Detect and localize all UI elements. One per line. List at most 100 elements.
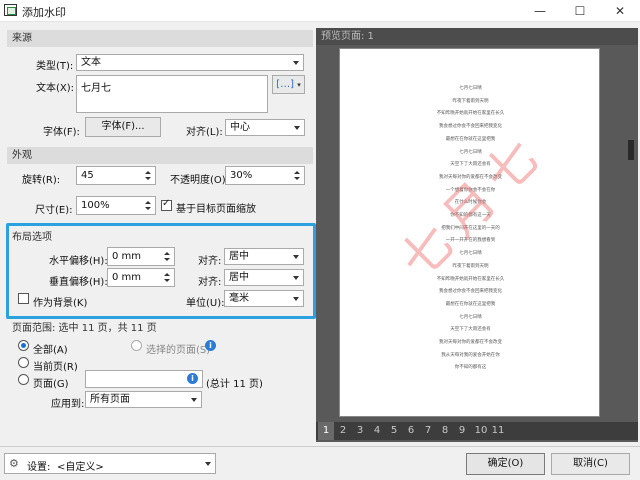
title-bar: 添加水印 — ☐ ✕ [0, 0, 640, 22]
ok-button[interactable]: 确定(O) [466, 453, 545, 475]
page-number-3[interactable]: 3 [352, 422, 368, 440]
page-number-7[interactable]: 7 [420, 422, 436, 440]
layout-section-header: 布局选项 [12, 232, 52, 243]
spin-down-icon[interactable] [294, 177, 300, 180]
total-pages-label: (总计 11 页) [206, 379, 263, 390]
preview-line: 最想在在你就在这里把我 [445, 301, 496, 307]
page-range-input[interactable] [85, 370, 203, 388]
current-page-radio[interactable] [18, 357, 29, 368]
preview-line: 我对天每对你的爱都在不会改变 [439, 340, 502, 345]
settings-label: 设置: [27, 462, 51, 473]
unit-value: 毫米 [229, 293, 249, 304]
opacity-label: 不透明度(O): [170, 175, 230, 186]
text-label: 文本(X): [36, 83, 75, 94]
chevron-down-icon [293, 255, 299, 259]
info-icon[interactable]: i [205, 340, 216, 351]
type-select[interactable]: 文本 [76, 54, 304, 71]
chevron-down-icon [191, 398, 197, 402]
chevron-down-icon [293, 61, 299, 65]
chevron-down-icon: ▾ [297, 81, 301, 89]
chevron-down-icon [205, 462, 211, 466]
page-range-label: 页面(G) [33, 379, 69, 390]
preview-page: 七月七日晴 昨夜下着雨到天明 不知昨晚开始就开始在家里在长久 我会想过你会不会回来把我… [339, 48, 600, 417]
settings-select[interactable]: ⚙ 设置: <自定义> [4, 453, 216, 474]
apply-to-value: 所有页面 [90, 394, 130, 405]
spin-down-icon[interactable] [164, 279, 170, 282]
chevron-down-icon [294, 126, 300, 130]
rotate-label: 旋转(R): [22, 175, 61, 186]
page-range-radio[interactable] [18, 374, 29, 385]
scale-to-page-checkbox[interactable]: ✓ [161, 198, 172, 211]
align-select[interactable]: 中心 [225, 119, 305, 136]
page-selector-bar: 1 2 3 4 5 6 7 8 9 10 11 [316, 422, 638, 440]
chevron-down-icon [293, 297, 299, 301]
h-align-value: 居中 [229, 251, 249, 262]
spin-up-icon[interactable] [164, 252, 170, 255]
spin-up-icon[interactable] [145, 171, 151, 174]
window-title: 添加水印 [22, 6, 66, 19]
v-offset-spinner[interactable]: 0 mm [107, 268, 175, 287]
all-pages-label: 全部(A) [33, 345, 68, 356]
close-button[interactable]: ✕ [600, 0, 640, 22]
spin-down-icon[interactable] [145, 207, 151, 210]
unit-label: 单位(U): [186, 298, 225, 309]
page-number-9[interactable]: 9 [454, 422, 470, 440]
type-select-value: 文本 [81, 57, 101, 68]
page-number-5[interactable]: 5 [386, 422, 402, 440]
spin-up-icon[interactable] [294, 171, 300, 174]
opacity-spinner[interactable]: 30% [225, 166, 305, 185]
preview-line: 我会想过你会不会回来把我变化 [439, 289, 502, 295]
cancel-button[interactable]: 取消(C) [551, 453, 630, 475]
source-section-header: 来源 [7, 30, 313, 47]
page-number-4[interactable]: 4 [369, 422, 385, 440]
preview-line: 我会想过你会不会回来把我变化 [439, 124, 502, 130]
maximize-button[interactable]: ☐ [560, 0, 600, 22]
apply-to-select[interactable]: 所有页面 [85, 391, 202, 408]
preview-line: 天空下了大雨还会有 [450, 327, 491, 333]
v-align-select[interactable]: 居中 [224, 269, 304, 286]
size-spinner[interactable]: 100% [76, 196, 156, 215]
minimize-button[interactable]: — [520, 0, 560, 22]
preview-header: 预览页面: 1 [316, 28, 638, 45]
h-align-select[interactable]: 居中 [224, 248, 304, 265]
size-label: 尺寸(E): [35, 205, 73, 216]
page-number-1[interactable]: 1 [318, 422, 334, 440]
page-number-8[interactable]: 8 [437, 422, 453, 440]
spin-down-icon[interactable] [145, 177, 151, 180]
h-offset-value: 0 mm [112, 251, 142, 262]
spin-up-icon[interactable] [145, 201, 151, 204]
spin-down-icon[interactable] [164, 258, 170, 261]
rotate-value: 45 [81, 170, 94, 181]
rotate-spinner[interactable]: 45 [76, 166, 156, 185]
gear-icon: ⚙ [9, 457, 19, 470]
preview-line: 不知昨晚开始就开始在家里在长久 [436, 276, 505, 282]
opacity-value: 30% [230, 170, 253, 181]
page-number-11[interactable]: 11 [488, 422, 508, 440]
unit-select[interactable]: 毫米 [224, 290, 304, 307]
size-value: 100% [81, 200, 110, 211]
preview-scrollbar[interactable] [628, 140, 634, 160]
selected-pages-label: 选择的页面(S) [146, 345, 211, 356]
scale-to-page-label: 基于目标页面缩放 [176, 204, 256, 215]
insert-macro-label: […] [276, 79, 295, 90]
watermark-text-input[interactable]: 七月七 [76, 75, 268, 113]
h-offset-label: 水平偏移(H): [49, 256, 108, 267]
h-offset-spinner[interactable]: 0 mm [107, 247, 175, 266]
page-number-2[interactable]: 2 [335, 422, 351, 440]
preview-line: 你不知的都有这 [454, 365, 487, 371]
app-icon [4, 4, 17, 16]
as-background-checkbox[interactable] [18, 293, 29, 304]
preview-line: 昨夜下着雨到天明 [452, 98, 489, 104]
insert-macro-button[interactable]: […] ▾ [272, 75, 305, 94]
all-pages-radio[interactable] [18, 340, 29, 351]
chevron-down-icon [293, 276, 299, 280]
v-offset-value: 0 mm [112, 272, 142, 283]
preview-line: 我从天每对我的爱会开始在你 [441, 352, 500, 358]
preview-line: 最想在在你就在这里把我 [445, 136, 496, 142]
page-number-6[interactable]: 6 [403, 422, 419, 440]
spin-up-icon[interactable] [164, 273, 170, 276]
selected-pages-radio[interactable] [131, 340, 142, 351]
align-select-value: 中心 [230, 122, 250, 133]
info-icon[interactable]: i [187, 373, 198, 384]
font-button[interactable]: 字体(F)... [85, 117, 161, 137]
